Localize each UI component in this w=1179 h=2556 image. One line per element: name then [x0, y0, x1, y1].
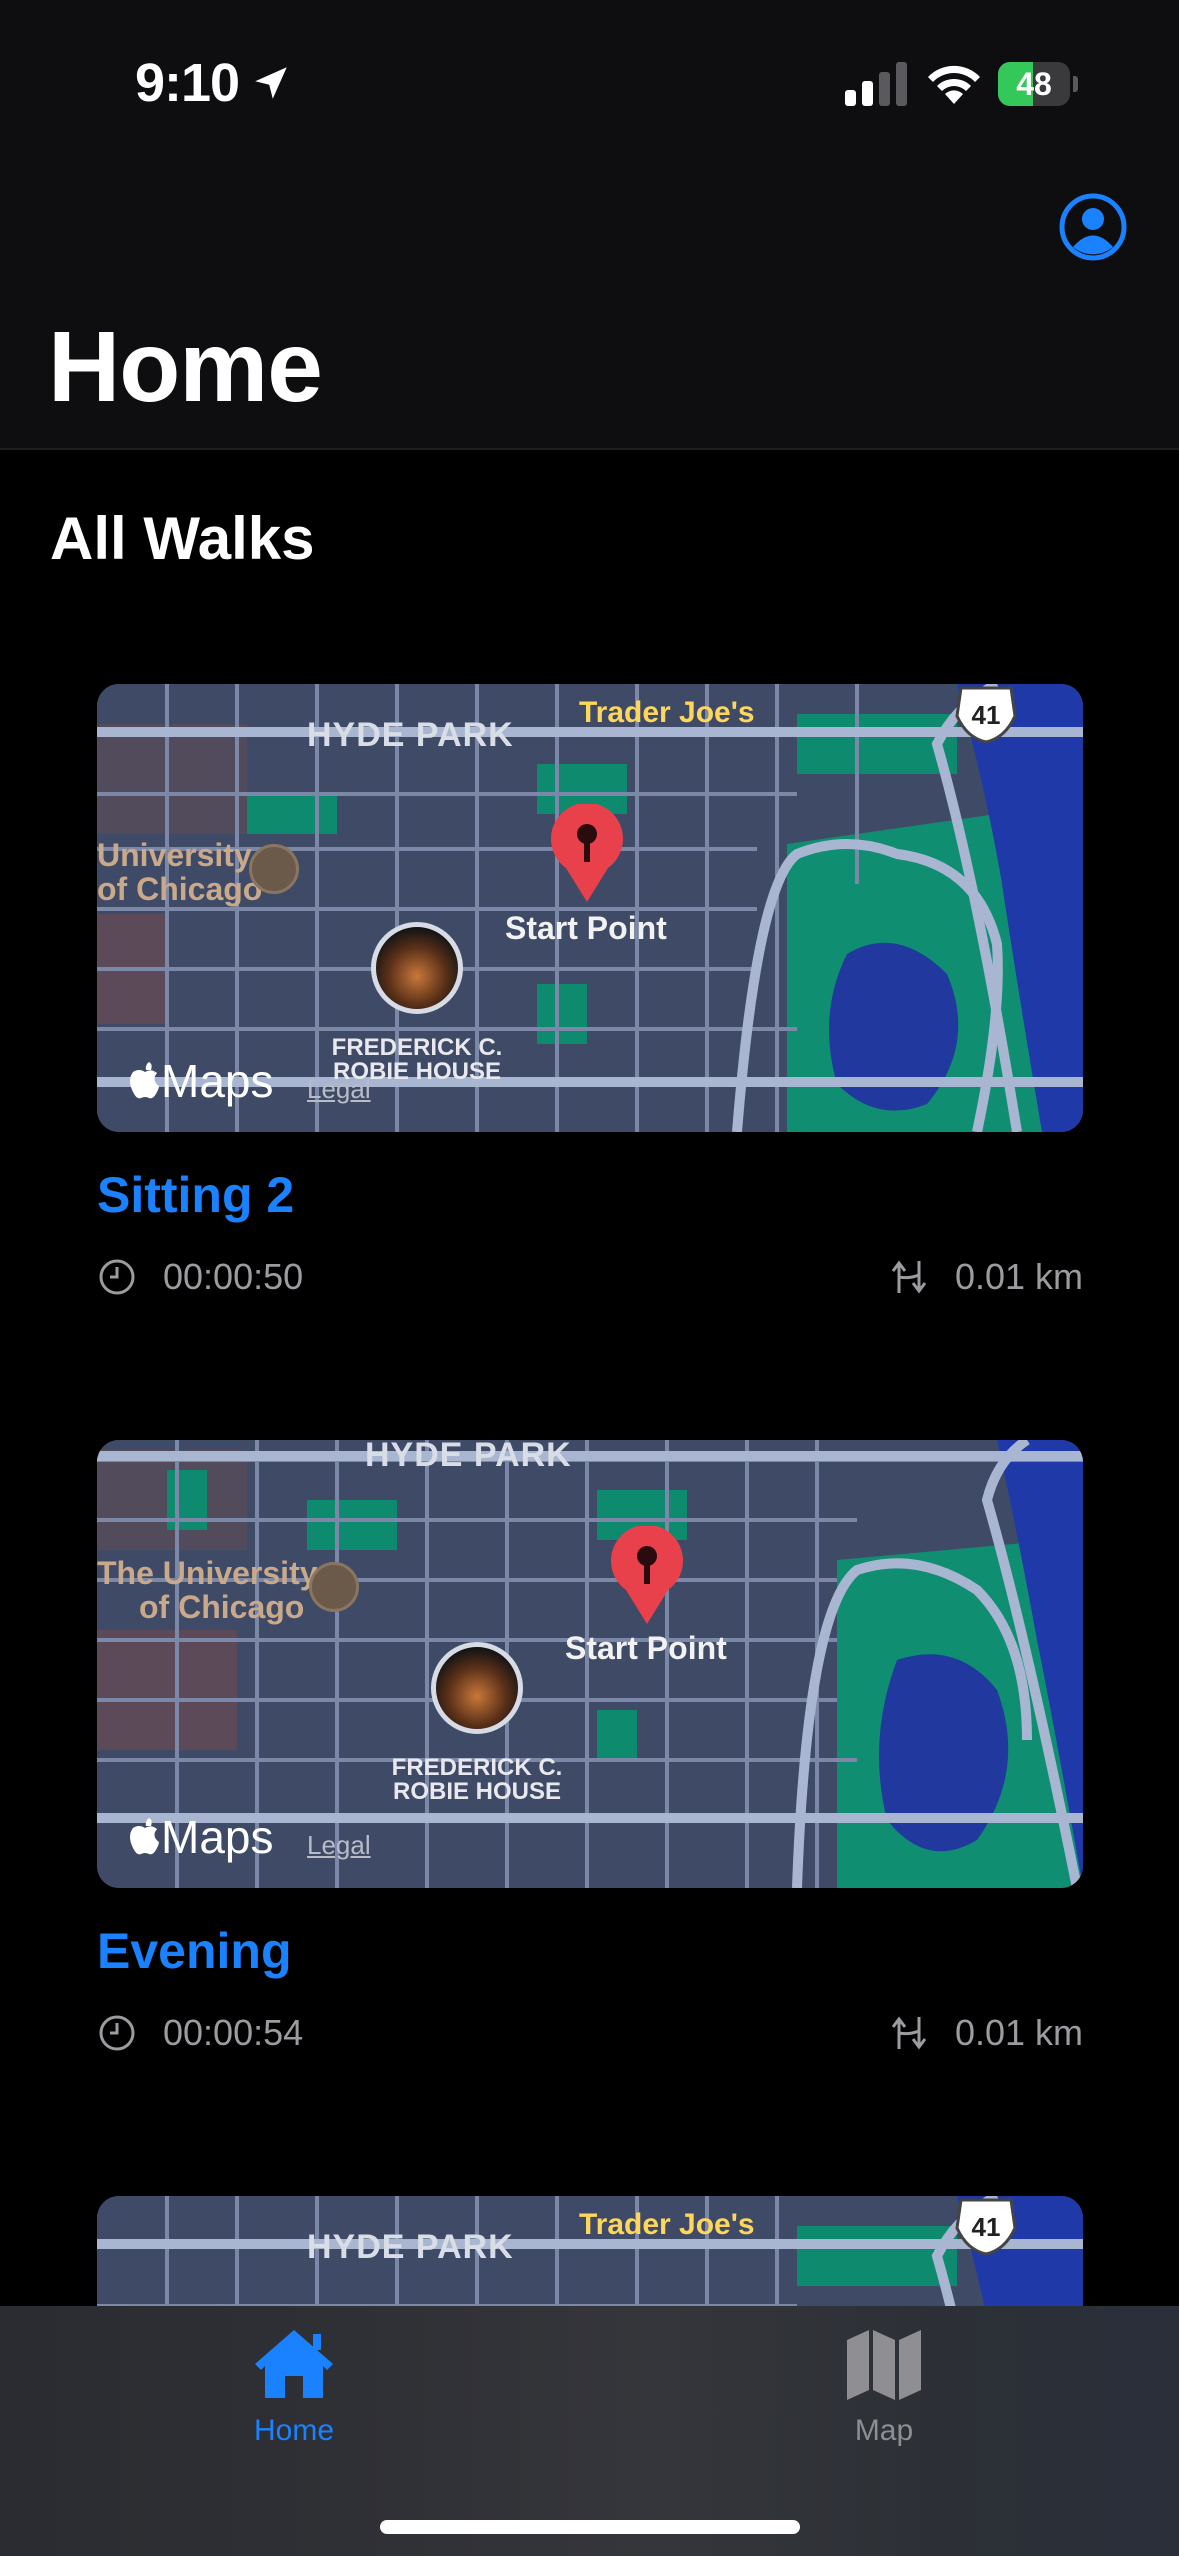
university-line-2: of Chicago — [139, 1589, 305, 1625]
map-label-university: The University of Chicago — [97, 1556, 318, 1624]
map-label-landmark: FREDERICK C. ROBIE HOUSE — [379, 1756, 575, 1804]
university-line-2: of Chicago — [97, 871, 263, 907]
highway-shield-icon: 41 — [955, 2198, 1017, 2256]
route-arrows-icon — [891, 1260, 927, 1294]
map-legal-link[interactable]: Legal — [307, 1074, 371, 1105]
map-fill-icon — [847, 2330, 921, 2400]
map-label-start-point: Start Point — [505, 910, 667, 946]
university-line-1: The University — [97, 1555, 318, 1591]
landmark-line-2: ROBIE HOUSE — [392, 1778, 562, 1805]
route-arrows-icon — [891, 2016, 927, 2050]
map-label-district: HYDE PARK — [307, 2228, 514, 2266]
map-label-start-point: Start Point — [565, 1630, 727, 1666]
cellular-signal-icon — [845, 62, 907, 106]
walk-duration: 00:00:50 — [97, 1256, 303, 1298]
location-arrow-icon — [255, 67, 287, 99]
status-bar: 9:10 48 — [0, 0, 1179, 170]
walk-name[interactable]: Evening — [97, 1922, 1083, 1980]
walk-card[interactable]: HYDE PARK The University of Chicago Star… — [97, 1440, 1083, 2072]
page-title: Home — [48, 311, 323, 423]
walk-distance: 0.01 km — [889, 1256, 1083, 1298]
map-thumbnail[interactable]: HYDE PARK The University of Chicago Star… — [97, 1440, 1083, 1888]
apple-maps-logo: Maps — [129, 1810, 273, 1864]
walk-card[interactable]: HYDE PARK Trader Joe's 41 — [97, 2196, 1083, 2306]
graduation-cap-icon — [249, 844, 299, 894]
house-fill-icon — [255, 2330, 333, 2398]
map-label-university: University of Chicago — [97, 838, 262, 906]
tab-bar: Home Map — [0, 2306, 1179, 2556]
walks-scroll-view[interactable]: All Walks HYDE PARK Trader Joe's 41 Univ… — [0, 452, 1179, 2306]
walk-duration-value: 00:00:50 — [163, 1256, 304, 1297]
home-indicator[interactable] — [380, 2520, 800, 2534]
landmark-thumbnail — [371, 922, 463, 1014]
map-thumbnail[interactable]: HYDE PARK Trader Joe's 41 — [97, 2196, 1083, 2306]
map-legal-link[interactable]: Legal — [307, 1830, 371, 1861]
section-title: All Walks — [50, 505, 315, 572]
clock-icon — [99, 2015, 135, 2051]
university-line-1: University — [97, 837, 252, 873]
battery-body: 48 — [998, 62, 1070, 106]
walk-distance: 0.01 km — [889, 2012, 1083, 2054]
graduation-cap-icon — [309, 1562, 359, 1612]
map-label-district: HYDE PARK — [365, 1440, 572, 1474]
wifi-icon — [928, 65, 980, 104]
tab-home-label: Home — [253, 2414, 335, 2447]
battery-charging-icon: 48 — [998, 62, 1078, 106]
walk-meta: 00:00:54 0.01 km — [97, 2012, 1083, 2072]
map-label-district: HYDE PARK — [307, 716, 514, 754]
tab-map-label: Map — [854, 2414, 914, 2447]
clock-icon — [99, 1259, 135, 1295]
landmark-line-1: FREDERICK C. — [391, 1754, 563, 1781]
walk-duration: 00:00:54 — [97, 2012, 303, 2054]
maps-brand-label: Maps — [161, 1055, 274, 1107]
walk-distance-value: 0.01 km — [954, 1256, 1083, 1297]
person-circle-icon — [1059, 193, 1127, 261]
walk-duration-value: 00:00:54 — [163, 2012, 304, 2053]
tab-home[interactable]: Home — [184, 2326, 404, 2476]
start-point-pin-icon — [611, 1526, 683, 1624]
walk-meta: 00:00:50 0.01 km — [97, 1256, 1083, 1316]
map-label-poi: Trader Joe's — [579, 696, 755, 729]
status-time: 9:10 — [135, 53, 240, 113]
apple-logo-icon — [130, 1818, 159, 1855]
walk-card[interactable]: HYDE PARK Trader Joe's 41 University of … — [97, 684, 1083, 1316]
profile-button[interactable] — [1058, 192, 1128, 262]
battery-level-label: 48 — [1016, 66, 1052, 102]
apple-maps-logo: Maps — [129, 1054, 273, 1108]
start-point-pin-icon — [551, 804, 623, 902]
navigation-header: Home — [0, 170, 1179, 450]
walk-name[interactable]: Sitting 2 — [97, 1166, 1083, 1224]
map-label-poi: Trader Joe's — [579, 2208, 755, 2241]
tab-map[interactable]: Map — [774, 2326, 994, 2476]
landmark-line-1: FREDERICK C. — [331, 1034, 503, 1061]
maps-brand-label: Maps — [161, 1811, 274, 1863]
highway-shield-icon: 41 — [955, 686, 1017, 744]
map-thumbnail[interactable]: HYDE PARK Trader Joe's 41 University of … — [97, 684, 1083, 1132]
highway-number: 41 — [972, 700, 1001, 730]
landmark-thumbnail — [431, 1642, 523, 1734]
walk-distance-value: 0.01 km — [954, 2012, 1083, 2053]
apple-logo-icon — [130, 1062, 159, 1099]
battery-cap — [1073, 76, 1078, 92]
highway-number: 41 — [972, 2212, 1001, 2242]
